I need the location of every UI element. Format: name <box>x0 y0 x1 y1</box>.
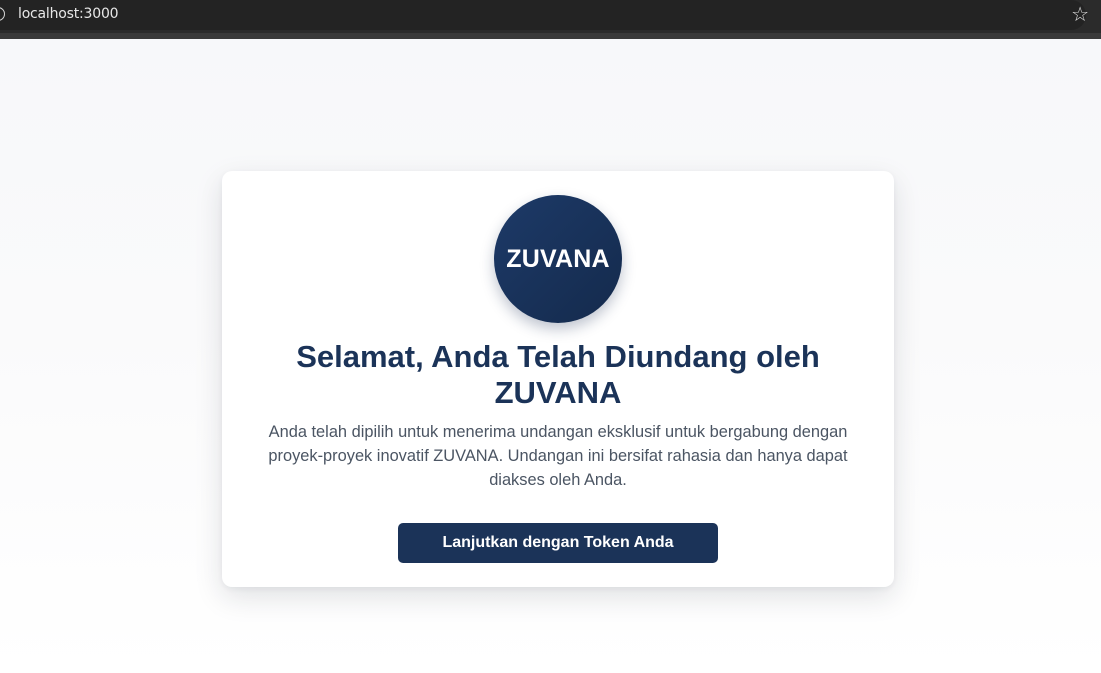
page-viewport: ZUVANA Selamat, Anda Telah Diundang oleh… <box>0 39 1101 673</box>
invitation-card: ZUVANA Selamat, Anda Telah Diundang oleh… <box>222 171 894 587</box>
invitation-description: Anda telah dipilih untuk menerima undang… <box>268 423 848 489</box>
logo-text: ZUVANA <box>506 244 610 273</box>
bookmark-star-icon[interactable]: ☆ <box>1071 3 1089 27</box>
info-icon[interactable]: i <box>0 7 5 21</box>
address-bar[interactable]: i localhost:3000 <box>0 0 1086 30</box>
page-title: Selamat, Anda Telah Diundang oleh ZUVANA <box>296 339 820 410</box>
continue-with-token-button[interactable]: Lanjutkan dengan Token Anda <box>398 523 718 563</box>
url-text[interactable]: localhost:3000 <box>18 6 119 22</box>
browser-toolbar: i localhost:3000 ☆ <box>0 0 1101 39</box>
brand-logo: ZUVANA <box>494 195 622 323</box>
